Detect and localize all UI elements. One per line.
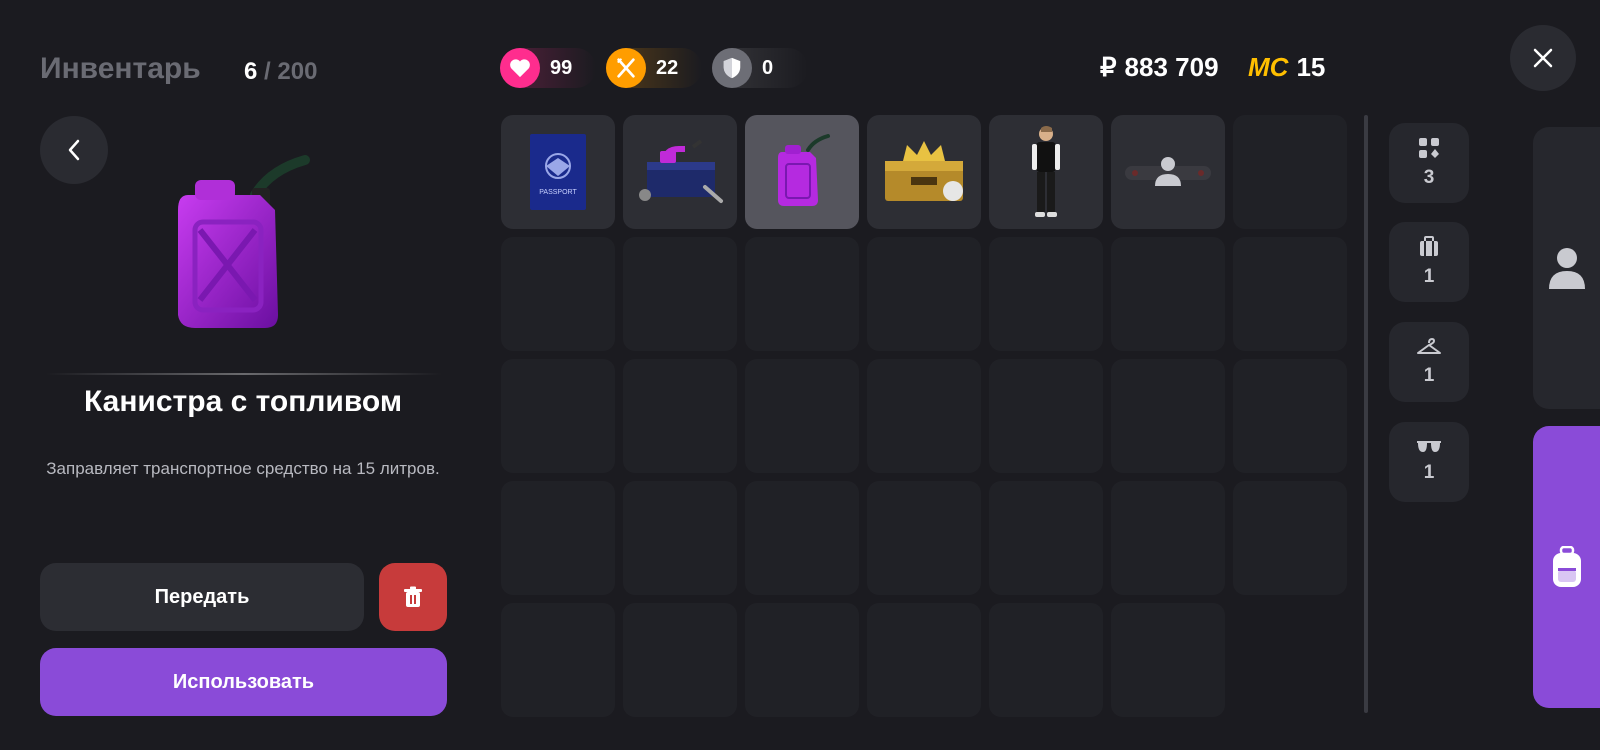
inventory-slot[interactable] <box>501 603 615 717</box>
category-accessories-count: 1 <box>1423 462 1435 483</box>
inventory-slot[interactable] <box>989 603 1103 717</box>
inventory-slot[interactable] <box>745 359 859 473</box>
inventory-screen: Инвентарь 6 / 200 99 22 0 ₽ 883 709 MC 1… <box>0 0 1600 750</box>
category-accessories[interactable]: 1 <box>1389 422 1469 502</box>
mc-balance: MC 15 <box>1248 52 1325 83</box>
sunglasses-icon <box>1417 441 1441 452</box>
category-clothes-count: 1 <box>1423 365 1435 386</box>
inventory-title: Инвентарь <box>40 52 201 85</box>
food-stat: 22 <box>606 48 702 88</box>
player-stats: 99 22 0 <box>500 48 808 88</box>
inventory-slot[interactable] <box>989 481 1103 595</box>
capacity-separator: / <box>264 58 271 85</box>
character-skin-icon <box>1032 126 1060 217</box>
inventory-slot[interactable] <box>1111 603 1225 717</box>
category-all[interactable]: 3 <box>1389 123 1469 203</box>
user-icon <box>1125 157 1211 186</box>
inventory-slot[interactable] <box>867 359 981 473</box>
hanger-icon <box>1417 338 1441 354</box>
inventory-slot[interactable] <box>623 359 737 473</box>
armor-stat: 0 <box>712 48 808 88</box>
close-icon <box>1533 48 1553 68</box>
inventory-slot[interactable] <box>1233 359 1347 473</box>
inventory-slot[interactable] <box>1111 481 1225 595</box>
fork-knife-icon <box>606 48 646 88</box>
mc-amount: 15 <box>1296 52 1326 82</box>
armor-value: 0 <box>762 56 774 79</box>
delete-button[interactable] <box>379 563 447 631</box>
selected-item-name: Канистра с топливом <box>83 385 403 418</box>
backpack-icon <box>1552 546 1581 587</box>
shield-icon <box>712 48 752 88</box>
inventory-slot-crown-chest[interactable] <box>867 115 981 229</box>
inventory-slot[interactable] <box>745 603 859 717</box>
category-luggage[interactable]: 1 <box>1389 222 1469 302</box>
heart-icon <box>500 48 540 88</box>
inventory-slot[interactable] <box>745 481 859 595</box>
user-icon <box>1548 248 1585 289</box>
close-button[interactable] <box>1510 25 1576 91</box>
inventory-slot-passport[interactable]: PASSPORT <box>501 115 615 229</box>
food-value: 22 <box>656 56 679 79</box>
selected-item-description: Заправляет транспортное средство на 15 л… <box>46 459 440 478</box>
category-all-count: 3 <box>1423 167 1435 188</box>
inventory-slot-accessory[interactable] <box>1111 115 1225 229</box>
use-button[interactable]: Использовать <box>40 648 447 716</box>
inventory-slot[interactable] <box>867 481 981 595</box>
chevron-left-icon <box>68 139 80 161</box>
selected-item-image <box>160 150 320 340</box>
passport-label: PASSPORT <box>539 189 577 196</box>
inventory-slot[interactable] <box>1111 237 1225 351</box>
inventory-slot-toolbox[interactable] <box>623 115 737 229</box>
ruble-symbol: ₽ <box>1100 52 1117 82</box>
inventory-grid: PASSPORT <box>501 115 1347 717</box>
toolbox-icon <box>639 139 723 203</box>
trash-icon <box>404 586 422 607</box>
fuel-canister-icon <box>778 134 830 206</box>
inventory-slot[interactable] <box>623 603 737 717</box>
fuel-canister-icon <box>178 155 310 328</box>
inventory-capacity: 6 / 200 <box>244 58 317 86</box>
inventory-slot[interactable] <box>501 237 615 351</box>
mc-label: MC <box>1248 52 1289 82</box>
capacity-max: 200 <box>277 58 318 85</box>
detail-divider <box>46 373 442 375</box>
category-luggage-count: 1 <box>1423 266 1435 287</box>
crown-chest-icon <box>885 141 963 201</box>
category-clothes[interactable]: 1 <box>1389 322 1469 402</box>
rubles-balance: ₽ 883 709 <box>1100 52 1219 83</box>
back-button[interactable] <box>40 116 108 184</box>
inventory-slot[interactable] <box>989 237 1103 351</box>
tab-inventory[interactable] <box>1533 426 1600 708</box>
passport-icon: PASSPORT <box>530 134 586 210</box>
luggage-icon <box>1420 236 1438 256</box>
transfer-button[interactable]: Передать <box>40 563 364 631</box>
inventory-slot[interactable] <box>501 359 615 473</box>
health-value: 99 <box>550 56 573 79</box>
inventory-slot[interactable] <box>1233 481 1347 595</box>
inventory-slot[interactable] <box>867 237 981 351</box>
inventory-slot[interactable] <box>1233 115 1347 229</box>
inventory-scrollbar[interactable] <box>1364 115 1368 713</box>
inventory-slot[interactable] <box>745 237 859 351</box>
inventory-slot-fuel-canister[interactable] <box>745 115 859 229</box>
ruble-amount: 883 709 <box>1124 52 1219 82</box>
tab-character[interactable] <box>1533 127 1600 409</box>
grid-icon <box>1419 138 1439 158</box>
inventory-slot-character-skin[interactable] <box>989 115 1103 229</box>
health-stat: 99 <box>500 48 596 88</box>
inventory-slot[interactable] <box>1111 359 1225 473</box>
inventory-slot[interactable] <box>623 237 737 351</box>
inventory-slot[interactable] <box>1233 237 1347 351</box>
inventory-slot[interactable] <box>867 603 981 717</box>
inventory-slot[interactable] <box>501 481 615 595</box>
capacity-current: 6 <box>244 58 258 85</box>
inventory-slot[interactable] <box>623 481 737 595</box>
inventory-slot[interactable] <box>989 359 1103 473</box>
